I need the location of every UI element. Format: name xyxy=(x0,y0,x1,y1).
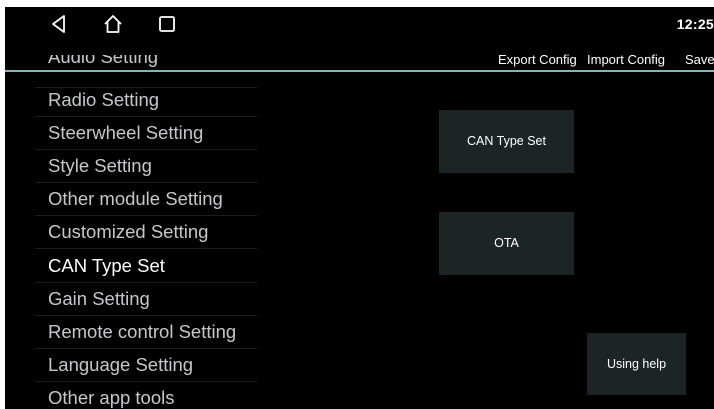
import-config-button[interactable]: Import Config xyxy=(587,52,665,67)
menu-item-remote-control-setting[interactable]: Remote control Setting xyxy=(35,316,257,349)
menu-item-radio-setting[interactable]: Radio Setting xyxy=(35,84,257,117)
menu-item-label: Steerwheel Setting xyxy=(48,122,204,143)
menu-item-label: Radio Setting xyxy=(48,89,160,110)
export-config-button[interactable]: Export Config xyxy=(498,52,577,67)
menu-item-label: Audio Setting xyxy=(48,55,159,67)
can-type-set-button[interactable]: CAN Type Set xyxy=(439,110,574,173)
menu-item-label: Other module Setting xyxy=(48,188,223,209)
back-icon[interactable] xyxy=(48,13,70,35)
menu-item-language-setting[interactable]: Language Setting xyxy=(35,349,257,382)
menu-item-customized-setting[interactable]: Customized Setting xyxy=(35,216,257,249)
status-clock: 12:25 xyxy=(676,16,714,32)
recents-icon[interactable] xyxy=(156,13,178,35)
home-icon[interactable] xyxy=(102,13,124,35)
menu-item-can-type-set[interactable]: CAN Type Set xyxy=(35,250,257,283)
save-button[interactable]: Save xyxy=(685,52,714,67)
menu-item-gain-setting[interactable]: Gain Setting xyxy=(35,283,257,316)
menu-item-other-module-setting[interactable]: Other module Setting xyxy=(35,183,257,216)
screen: 12:25 Export Config Import Config Save A… xyxy=(5,7,714,409)
ota-button[interactable]: OTA xyxy=(439,212,574,275)
menu-item-label: Style Setting xyxy=(48,155,152,176)
menu-item-label: Customized Setting xyxy=(48,221,209,242)
menu-item-steerwheel-setting[interactable]: Steerwheel Setting xyxy=(35,117,257,150)
toolbar-divider xyxy=(5,70,714,72)
menu-item-style-setting[interactable]: Style Setting xyxy=(35,150,257,183)
menu-item-label: Other app tools xyxy=(48,387,175,408)
menu-item-label: Gain Setting xyxy=(48,288,150,309)
menu-item-label: Language Setting xyxy=(48,354,194,375)
using-help-button[interactable]: Using help xyxy=(587,333,686,395)
settings-menu: Audio Setting Radio Setting Steerwheel S… xyxy=(35,55,257,409)
menu-item-other-app-tools[interactable]: Other app tools xyxy=(35,382,257,409)
menu-item-label: CAN Type Set xyxy=(48,255,165,276)
status-bar: 12:25 xyxy=(5,7,714,41)
menu-item-label: Remote control Setting xyxy=(48,321,237,342)
